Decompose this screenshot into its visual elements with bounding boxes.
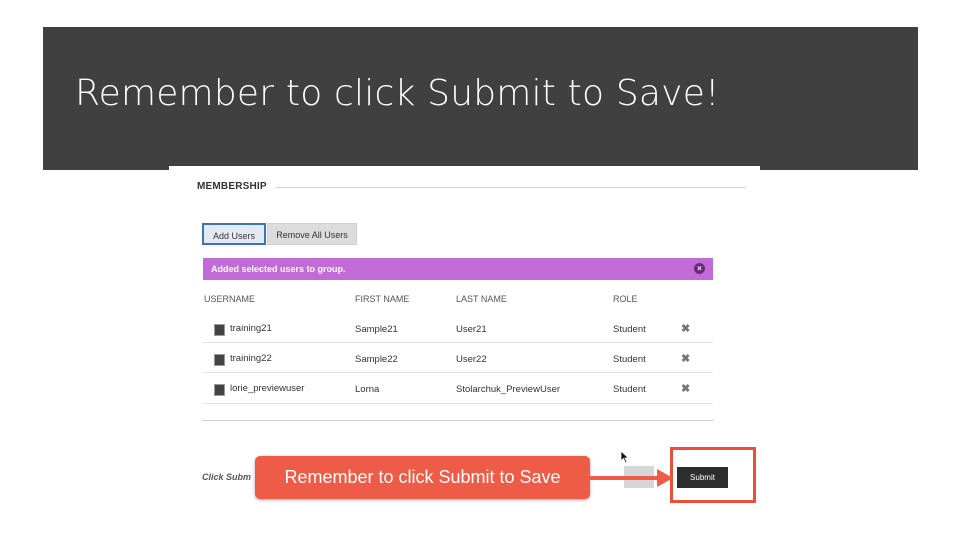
submit-button[interactable]: Submit: [677, 467, 728, 488]
slide-title: Remember to click Submit to Save!: [75, 73, 720, 114]
cell-last-name: User21: [456, 324, 487, 335]
row-divider: [203, 342, 713, 343]
cell-first-name: Sample21: [355, 324, 398, 335]
cell-last-name: Stolarchuk_PreviewUser: [456, 384, 561, 395]
row-divider: [203, 403, 713, 404]
remove-x-icon[interactable]: ✖: [681, 382, 690, 395]
column-header-first-name: FIRST NAME: [355, 294, 410, 304]
cell-first-name: Lorna: [355, 384, 380, 395]
cell-username: training21: [230, 323, 272, 334]
row-divider: [203, 372, 713, 373]
banner-message: Added selected users to group.: [211, 264, 346, 274]
cell-role: Student: [613, 354, 646, 365]
column-header-last-name: LAST NAME: [456, 294, 507, 304]
remove-x-icon[interactable]: ✖: [681, 322, 690, 335]
remove-x-icon[interactable]: ✖: [681, 352, 690, 365]
remove-all-users-button[interactable]: Remove All Users: [267, 223, 357, 245]
heading-divider: [275, 187, 746, 188]
avatar-icon: [214, 354, 225, 366]
cell-username: lorie_previewuser: [230, 383, 305, 394]
cell-first-name: Sample22: [355, 354, 398, 365]
column-header-username: USERNAME: [204, 294, 256, 304]
reminder-callout: Remember to click Submit to Save: [255, 456, 590, 499]
add-users-button[interactable]: Add Users: [202, 223, 266, 245]
membership-heading: MEMBERSHIP: [197, 181, 267, 192]
mouse-pointer-icon: [620, 450, 629, 464]
avatar-icon: [214, 324, 225, 336]
slide-title-bar: Remember to click Submit to Save!: [43, 27, 918, 170]
avatar-icon: [214, 384, 225, 396]
arrow-right-icon: [590, 469, 673, 487]
cell-last-name: User22: [456, 354, 487, 365]
close-icon[interactable]: ×: [694, 263, 705, 274]
cell-role: Student: [613, 324, 646, 335]
cell-username: training22: [230, 353, 272, 364]
column-header-role: ROLE: [613, 294, 638, 304]
cell-role: Student: [613, 384, 646, 395]
section-divider: [202, 420, 714, 421]
click-submit-instruction: Click Subm: [202, 472, 252, 482]
success-banner: Added selected users to group. ×: [203, 258, 713, 280]
